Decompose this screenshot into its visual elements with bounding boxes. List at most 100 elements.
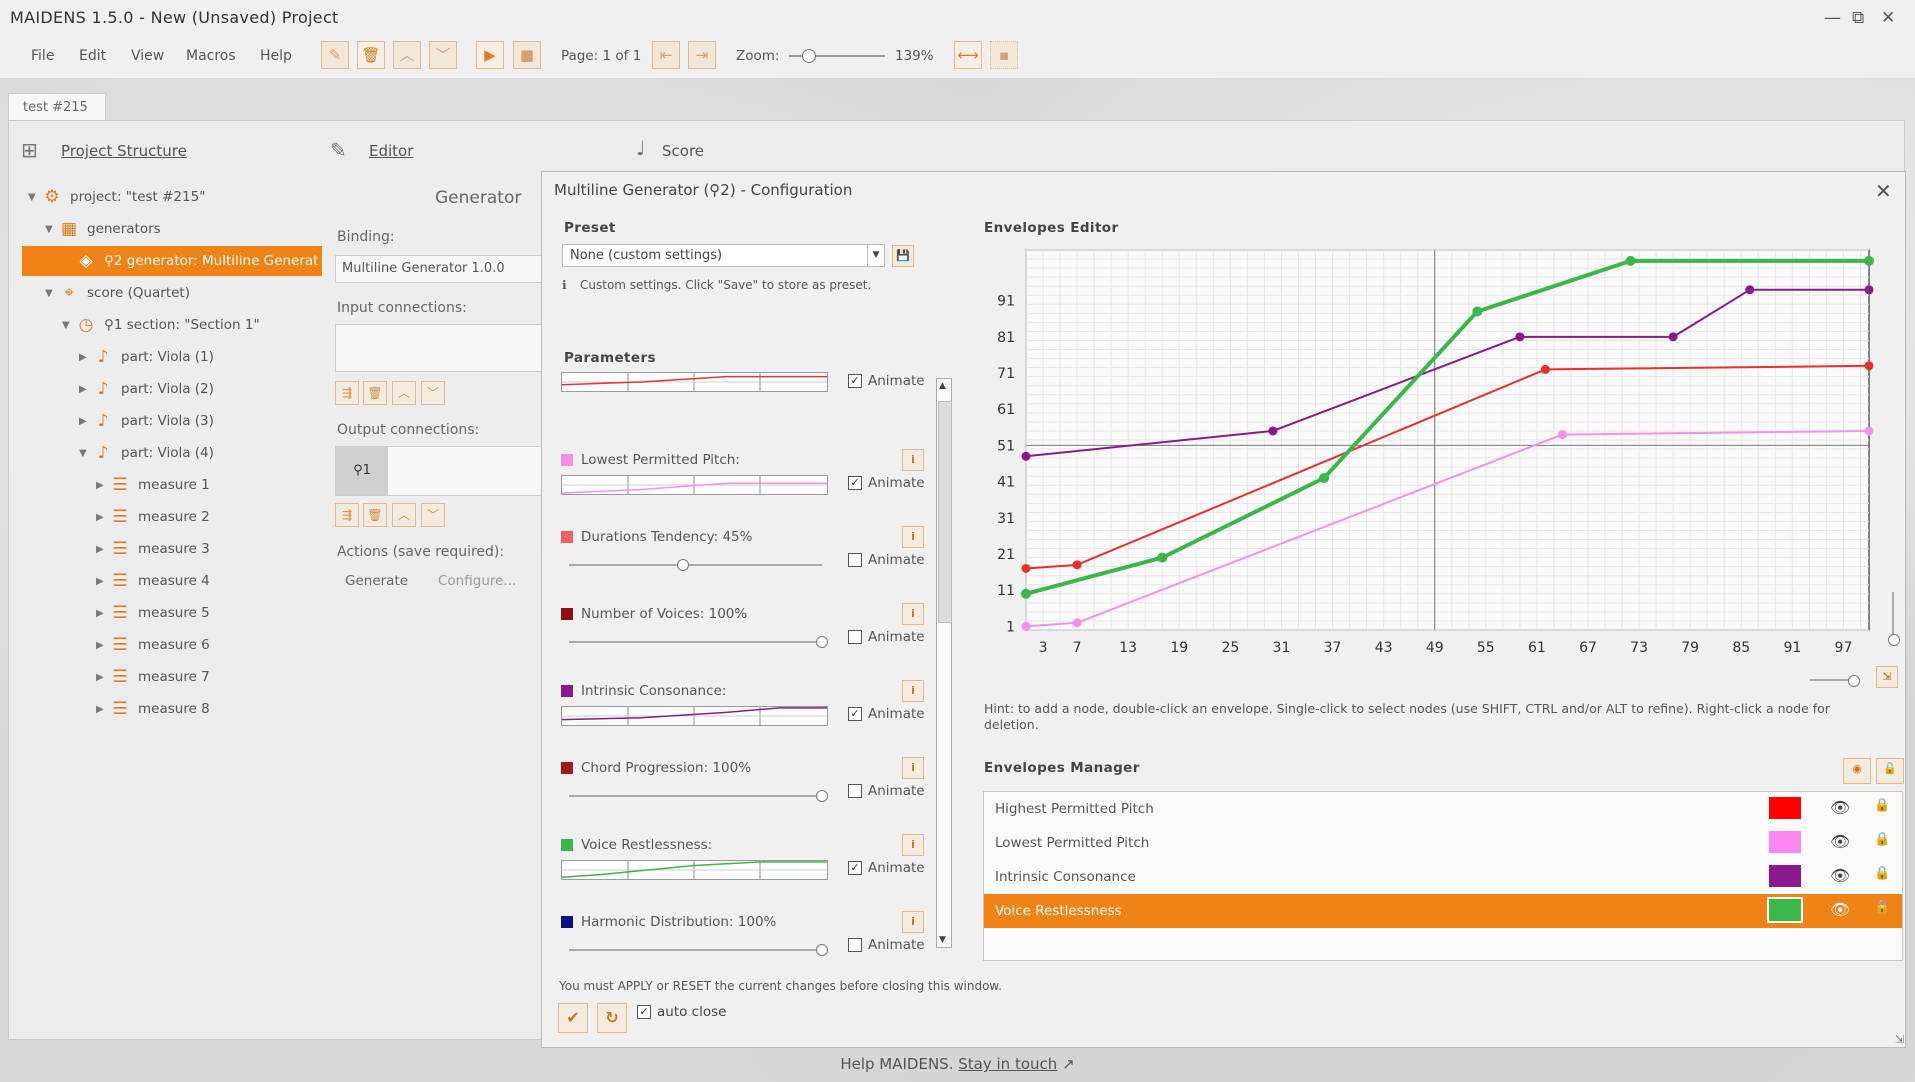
lock-icon[interactable]: 🔒: [1874, 866, 1890, 881]
parameter-slider-track[interactable]: [569, 564, 822, 566]
move-down-icon[interactable]: ﹀: [429, 41, 457, 69]
eye-icon[interactable]: 👁: [1830, 900, 1850, 919]
chevron-right-icon[interactable]: ▶: [79, 384, 93, 395]
envelope-node[interactable]: [1540, 364, 1550, 374]
vertical-zoom-knob[interactable]: [1888, 634, 1900, 646]
chevron-right-icon[interactable]: ▶: [96, 512, 110, 523]
lock-icon[interactable]: 🔒: [1874, 832, 1890, 847]
envelope-node[interactable]: [1745, 285, 1755, 295]
envelope-node[interactable]: [1515, 332, 1525, 342]
chevron-down-icon[interactable]: ▼: [28, 192, 42, 203]
parameter-info-icon[interactable]: i: [902, 757, 924, 779]
horizontal-zoom-knob[interactable]: [1848, 675, 1860, 687]
tree-item[interactable]: ▼ ◷ ⚲1 section: "Section 1": [62, 310, 260, 340]
scroll-up-icon[interactable]: ▲: [939, 381, 946, 391]
zoom-slider-knob[interactable]: [802, 49, 816, 63]
parameter-info-icon[interactable]: i: [902, 603, 924, 625]
animate-checkbox[interactable]: ✓ Animate: [848, 706, 925, 722]
tree-item[interactable]: ▼ ⚙ project: "test #215": [28, 182, 205, 212]
tree-item[interactable]: ▼ ▦ generators: [45, 214, 161, 244]
project-structure-link[interactable]: Project Structure: [61, 142, 187, 160]
tree-item[interactable]: ▶ ☰ measure 3: [96, 534, 210, 564]
eye-icon[interactable]: 👁: [1830, 798, 1850, 817]
animate-checkbox[interactable]: ✓ Animate: [848, 860, 925, 876]
play-icon[interactable]: ▶: [476, 41, 504, 69]
fit-width-icon[interactable]: ⟷: [954, 41, 982, 69]
tree-item[interactable]: ▶ ♪ part: Viola (1): [79, 342, 214, 372]
parameter-info-icon[interactable]: i: [902, 449, 924, 471]
animate-checkbox[interactable]: Animate: [848, 937, 925, 953]
menu-edit[interactable]: Edit: [79, 48, 106, 64]
tree-item[interactable]: ▶ ☰ measure 2: [96, 502, 210, 532]
envelope-node[interactable]: [1157, 552, 1168, 563]
menu-help[interactable]: Help: [260, 48, 292, 64]
toggle-visibility-icon[interactable]: ◉: [1843, 758, 1871, 784]
configure-button[interactable]: Configure...: [438, 573, 516, 589]
envelope-node[interactable]: [1072, 560, 1082, 570]
delete-input-icon[interactable]: 🗑: [363, 381, 387, 405]
minimize-icon[interactable]: —: [1824, 8, 1841, 28]
connect-input-icon[interactable]: ⇶: [335, 381, 359, 405]
envelope-row[interactable]: Lowest Permitted Pitch 👁 🔒: [984, 826, 1902, 860]
apply-check-icon[interactable]: ✔: [558, 1003, 588, 1033]
envelope-row[interactable]: Highest Permitted Pitch 👁 🔒: [984, 792, 1902, 826]
envelope-node[interactable]: [1557, 430, 1567, 440]
parameter-envelope-preview[interactable]: [561, 860, 828, 880]
parameter-envelope-preview[interactable]: [561, 475, 828, 495]
dialog-close-icon[interactable]: ✕: [1875, 179, 1892, 203]
chevron-right-icon[interactable]: ▶: [96, 480, 110, 491]
parameter-slider-track[interactable]: [569, 641, 822, 643]
tree-item[interactable]: ▶ ☰ measure 4: [96, 566, 210, 596]
envelope-color-swatch[interactable]: [1767, 897, 1803, 923]
auto-close-checkbox[interactable]: ✓ auto close: [637, 1004, 726, 1020]
envelope-node[interactable]: [1021, 621, 1031, 631]
envelope-color-swatch[interactable]: [1769, 797, 1801, 819]
envelope-node[interactable]: [1472, 306, 1483, 317]
parameter-info-icon[interactable]: i: [902, 834, 924, 856]
menu-file[interactable]: File: [31, 48, 54, 64]
tree-item[interactable]: ▶ ☰ measure 6: [96, 630, 210, 660]
score-link[interactable]: Score: [662, 142, 704, 160]
input-connections-list[interactable]: [335, 324, 545, 372]
output-connection-item[interactable]: ⚲1: [336, 447, 388, 495]
generate-button[interactable]: Generate: [345, 573, 408, 589]
envelope-node[interactable]: [1668, 332, 1678, 342]
reset-icon[interactable]: ↻: [597, 1003, 627, 1033]
envelope-color-swatch[interactable]: [1769, 831, 1801, 853]
chevron-right-icon[interactable]: ▶: [96, 608, 110, 619]
animate-checkbox[interactable]: ✓ Animate: [848, 475, 925, 491]
envelope-row[interactable]: Intrinsic Consonance 👁 🔒: [984, 860, 1902, 894]
move-up-icon[interactable]: ︿: [393, 41, 421, 69]
tree-item[interactable]: ▶ ♪ part: Viola (2): [79, 374, 214, 404]
toggle-lock-icon[interactable]: 🔓: [1876, 758, 1904, 784]
envelope-node[interactable]: [1864, 255, 1874, 266]
animate-checkbox[interactable]: Animate: [848, 783, 925, 799]
parameters-scrollbar[interactable]: ▲ ▼: [936, 378, 952, 948]
chevron-down-icon[interactable]: ▼: [79, 448, 93, 459]
envelope-row[interactable]: Voice Restlessness 👁 🔒: [984, 894, 1902, 928]
eye-icon[interactable]: 👁: [1830, 866, 1850, 885]
stop-icon[interactable]: ■: [513, 41, 541, 69]
output-connections-list[interactable]: ⚲1: [335, 446, 545, 496]
envelope-node[interactable]: [1864, 285, 1874, 295]
menu-view[interactable]: View: [131, 48, 164, 64]
animate-checkbox[interactable]: ✓ Animate: [848, 373, 925, 389]
chevron-down-icon[interactable]: ▼: [45, 288, 59, 299]
chevron-right-icon[interactable]: ▶: [96, 672, 110, 683]
restore-icon[interactable]: ⧉: [1852, 8, 1864, 28]
save-preset-icon[interactable]: 💾: [892, 245, 914, 267]
delete-output-icon[interactable]: 🗑: [363, 503, 387, 527]
parameter-info-icon[interactable]: i: [902, 680, 924, 702]
lock-icon[interactable]: 🔒: [1874, 900, 1890, 915]
envelope-color-swatch[interactable]: [1769, 865, 1801, 887]
chevron-right-icon[interactable]: ▶: [79, 352, 93, 363]
parameter-slider-knob[interactable]: [816, 636, 828, 648]
parameter-info-icon[interactable]: i: [902, 911, 924, 933]
parameter-slider-knob[interactable]: [676, 559, 689, 571]
eye-icon[interactable]: 👁: [1830, 832, 1850, 851]
tree-item[interactable]: ▶ ☰ measure 7: [96, 662, 210, 692]
envelopes-chart[interactable]: 3 7 13 19 25 31 37 43 49 55 61 67 73 79 85 91 9711121314…: [980, 240, 1880, 660]
input-up-icon[interactable]: ︿: [392, 381, 416, 405]
chevron-right-icon[interactable]: ▶: [96, 544, 110, 555]
envelope-node[interactable]: [1268, 426, 1278, 436]
